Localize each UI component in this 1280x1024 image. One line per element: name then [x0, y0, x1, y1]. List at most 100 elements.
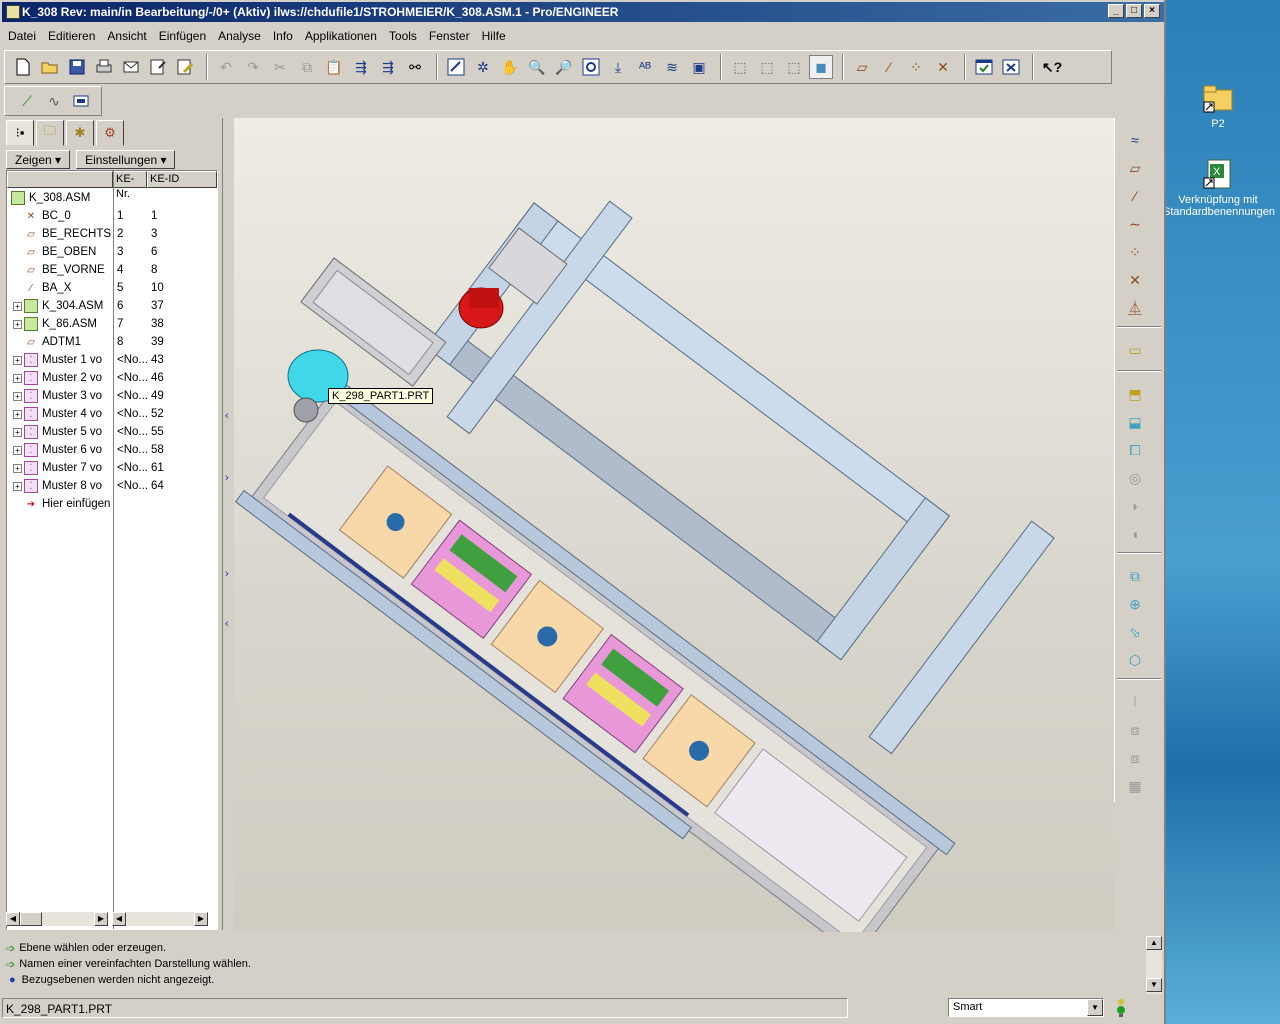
- scroll-left-button[interactable]: ◀: [6, 912, 20, 926]
- expand-toggle-icon[interactable]: +: [13, 481, 22, 491]
- scroll-track[interactable]: [42, 912, 94, 926]
- saved-views-icon[interactable]: ᴬᴮ: [633, 55, 657, 79]
- expand-toggle-icon[interactable]: +: [13, 391, 22, 401]
- tree-row[interactable]: + K_304.ASM 6 37: [7, 297, 217, 315]
- panel-splitter[interactable]: ‹ › › ‹: [222, 118, 232, 930]
- scroll-right-button[interactable]: ▶: [94, 912, 108, 926]
- tree-row[interactable]: + ⁚ Muster 2 vo <No... 46: [7, 369, 217, 387]
- collapse-arrow-icon[interactable]: ‹: [225, 410, 229, 422]
- expand-toggle-icon[interactable]: +: [13, 409, 22, 419]
- copy-icon[interactable]: ⧉: [295, 55, 319, 79]
- activate-window-icon[interactable]: [972, 55, 996, 79]
- connections-tab[interactable]: ⚙: [96, 120, 124, 146]
- chevron-down-icon[interactable]: ▼: [1087, 999, 1103, 1016]
- offset-icon[interactable]: ⧈: [1121, 718, 1149, 742]
- expand-arrow-icon[interactable]: ›: [225, 472, 229, 484]
- cable-icon[interactable]: ⧠: [1121, 438, 1149, 462]
- zoom-out-icon[interactable]: 🔎: [552, 55, 576, 79]
- close-button[interactable]: ×: [1144, 4, 1160, 18]
- menu-ansicht[interactable]: Ansicht: [107, 29, 146, 43]
- datum-points-toggle-icon[interactable]: ⁘: [904, 55, 928, 79]
- menu-einfuegen[interactable]: Einfügen: [159, 29, 206, 43]
- sketched-curve-icon[interactable]: ≈: [1121, 128, 1149, 152]
- display-tool-icon[interactable]: [69, 89, 93, 113]
- datum-point-icon[interactable]: ⁘: [1121, 240, 1149, 264]
- refit-icon[interactable]: [579, 55, 603, 79]
- expand-toggle-icon[interactable]: +: [13, 355, 22, 365]
- spin-center-icon[interactable]: ✲: [471, 55, 495, 79]
- datum-plane-icon[interactable]: ▱: [1121, 156, 1149, 180]
- tree-row[interactable]: + ⁚ Muster 3 vo <No... 49: [7, 387, 217, 405]
- thicken-icon[interactable]: ⧈: [1121, 746, 1149, 770]
- expand-toggle-icon[interactable]: +: [13, 373, 22, 383]
- regeneration-manager-icon[interactable]: ⇶: [376, 55, 400, 79]
- expand-arrow-icon[interactable]: ›: [225, 568, 229, 580]
- tree-row[interactable]: + ⁚ Muster 5 vo <No... 55: [7, 423, 217, 441]
- zoom-in-icon[interactable]: 🔍: [525, 55, 549, 79]
- selection-filter-select[interactable]: Smart ▼: [948, 998, 1104, 1017]
- analysis-feature-icon[interactable]: ⏅: [1121, 296, 1149, 320]
- cut-icon[interactable]: ✂: [268, 55, 292, 79]
- tree-col-name[interactable]: [7, 171, 113, 188]
- tree-col-ke-nr[interactable]: KE-Nr.: [113, 171, 147, 200]
- model-tree-tab[interactable]: ⁝▪: [6, 120, 34, 146]
- tree-row[interactable]: ▱ BE_RECHTS 2 3: [7, 225, 217, 243]
- datum-curve-icon[interactable]: ∼: [1121, 212, 1149, 236]
- collapse-arrow-icon[interactable]: ‹: [225, 618, 229, 630]
- tree-row[interactable]: ➔ Hier einfügen: [7, 495, 217, 513]
- paste-icon[interactable]: 📋: [322, 55, 346, 79]
- tree-col-ke-id[interactable]: KE-ID: [147, 171, 217, 188]
- scroll-track-2[interactable]: [126, 912, 194, 926]
- shading-icon[interactable]: ◼: [809, 55, 833, 79]
- message-scrollbar[interactable]: ▲ ▼: [1146, 936, 1162, 994]
- tree-row[interactable]: ▱ ADTM1 8 39: [7, 333, 217, 351]
- annotation-icon[interactable]: ▭: [1121, 338, 1149, 362]
- route-tool-icon[interactable]: ∿: [42, 89, 66, 113]
- repaint-icon[interactable]: [444, 55, 468, 79]
- redo-icon[interactable]: ↷: [241, 55, 265, 79]
- menu-info[interactable]: Info: [273, 29, 293, 43]
- coordinate-system-icon[interactable]: ✕: [1121, 268, 1149, 292]
- reorient-icon[interactable]: ⤓: [606, 55, 630, 79]
- edit-definition-icon[interactable]: [173, 55, 197, 79]
- pattern-grid-icon[interactable]: ▦: [1121, 774, 1149, 798]
- tree-row[interactable]: ▱ BE_OBEN 3 6: [7, 243, 217, 261]
- datum-axes-toggle-icon[interactable]: ⁄: [877, 55, 901, 79]
- tree-row[interactable]: + ⁚ Muster 7 vo <No... 61: [7, 459, 217, 477]
- orient-mode-icon[interactable]: ✋: [498, 55, 522, 79]
- hole-icon[interactable]: ◎: [1121, 466, 1149, 490]
- scroll-left-button-2[interactable]: ◀: [112, 912, 126, 926]
- scroll-down-button[interactable]: ▼: [1146, 978, 1162, 992]
- tree-row[interactable]: + ⁚ Muster 4 vo <No... 52: [7, 405, 217, 423]
- add-component-icon[interactable]: ⬒: [1121, 382, 1149, 406]
- expand-toggle-icon[interactable]: +: [13, 301, 22, 311]
- print-icon[interactable]: [92, 55, 116, 79]
- scroll-up-button[interactable]: ▲: [1146, 936, 1162, 950]
- menu-hilfe[interactable]: Hilfe: [482, 29, 506, 43]
- undo-icon[interactable]: ↶: [214, 55, 238, 79]
- favorites-tab[interactable]: ✱: [66, 120, 94, 146]
- send-mail-icon[interactable]: [119, 55, 143, 79]
- tree-row[interactable]: + K_86.ASM 7 38: [7, 315, 217, 333]
- regenerate-model-icon[interactable]: ⇶: [349, 55, 373, 79]
- title-bar[interactable]: K_308 Rev: main/in Bearbeitung/-/0+ (Akt…: [2, 2, 1164, 22]
- datum-planes-toggle-icon[interactable]: ▱: [850, 55, 874, 79]
- show-button[interactable]: Zeigen ▾: [6, 150, 71, 169]
- menu-datei[interactable]: Datei: [8, 29, 36, 43]
- context-help-icon[interactable]: ↖?: [1040, 55, 1064, 79]
- create-component-icon[interactable]: ⬓: [1121, 410, 1149, 434]
- desktop-icon-excel-link[interactable]: X Verknüpfung mit Standardbenennungen: [1163, 158, 1275, 218]
- regenerate-icon[interactable]: [146, 55, 170, 79]
- wireframe-icon[interactable]: ⬚: [728, 55, 752, 79]
- layers-icon[interactable]: ≋: [660, 55, 684, 79]
- expand-toggle-icon[interactable]: +: [13, 427, 22, 437]
- scroll-right-button-2[interactable]: ▶: [194, 912, 208, 926]
- no-hidden-icon[interactable]: ⬚: [782, 55, 806, 79]
- mirror-icon[interactable]: ⊕: [1121, 592, 1149, 616]
- minimize-button[interactable]: _: [1108, 4, 1124, 18]
- round-icon[interactable]: ◖: [1121, 522, 1149, 546]
- sketch-tool-icon[interactable]: ⟋: [15, 89, 39, 113]
- maximize-button[interactable]: □: [1126, 4, 1142, 18]
- view-manager-icon[interactable]: ▣: [687, 55, 711, 79]
- expand-toggle-icon[interactable]: +: [13, 463, 22, 473]
